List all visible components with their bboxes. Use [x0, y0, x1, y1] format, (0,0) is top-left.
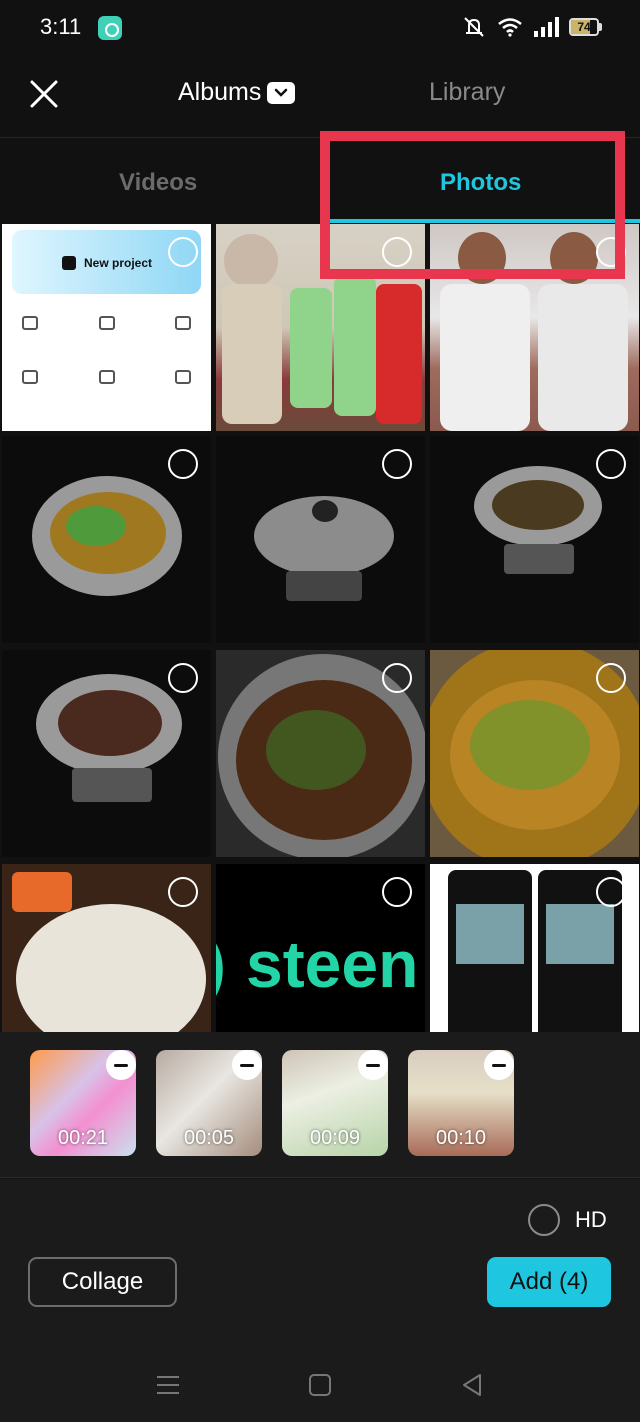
- remove-button[interactable]: [232, 1050, 262, 1080]
- steem-logo-text: steen: [246, 927, 419, 1001]
- status-icons: 74: [461, 16, 602, 38]
- collage-button[interactable]: Collage: [28, 1257, 177, 1307]
- library-tab[interactable]: Library: [429, 78, 505, 107]
- select-circle[interactable]: [382, 877, 412, 907]
- select-circle[interactable]: [382, 237, 412, 267]
- duration-label: 00:10: [435, 1127, 487, 1149]
- battery-icon: 74: [569, 18, 602, 36]
- home-icon[interactable]: [306, 1371, 334, 1399]
- wifi-icon: [498, 18, 522, 37]
- add-button[interactable]: Add (4): [487, 1257, 611, 1307]
- duration-label: 00:09: [309, 1127, 361, 1149]
- select-circle[interactable]: [596, 663, 626, 693]
- grid-item[interactable]: [430, 436, 639, 643]
- selected-item[interactable]: 00:10: [408, 1050, 514, 1156]
- grid-item[interactable]: [430, 650, 639, 857]
- albums-label: Albums: [178, 78, 262, 106]
- grid-item[interactable]: [216, 650, 425, 857]
- grid-item[interactable]: [216, 224, 425, 431]
- grid-item[interactable]: [216, 436, 425, 643]
- albums-dropdown[interactable]: Albums: [178, 78, 296, 107]
- photo-grid: New project steen: [0, 224, 640, 1071]
- signal-icon: [534, 17, 559, 37]
- mute-icon: [464, 17, 484, 37]
- grid-item[interactable]: [2, 436, 211, 643]
- media-tabs: Videos Photos: [0, 139, 640, 223]
- remove-button[interactable]: [484, 1050, 514, 1080]
- hd-radio[interactable]: [528, 1204, 560, 1236]
- select-circle[interactable]: [596, 449, 626, 479]
- battery-level: 74: [577, 20, 591, 34]
- selected-item[interactable]: 00:21: [30, 1050, 136, 1156]
- system-nav-bar: [0, 1359, 640, 1422]
- selected-media-strip: 00:21 00:05 00:09 00:10: [0, 1032, 640, 1178]
- select-circle[interactable]: [168, 877, 198, 907]
- status-time: 3:11: [40, 14, 82, 39]
- select-circle[interactable]: [382, 449, 412, 479]
- banner-text: New project: [84, 256, 153, 270]
- grid-item[interactable]: [2, 650, 211, 857]
- duration-label: 00:21: [57, 1127, 109, 1149]
- grid-item[interactable]: New project: [2, 224, 211, 431]
- duration-label: 00:05: [183, 1127, 235, 1149]
- top-nav: Albums Library: [0, 56, 640, 138]
- tab-videos[interactable]: Videos: [119, 169, 197, 197]
- app-notification-icon: [98, 16, 122, 40]
- active-tab-indicator: [320, 219, 640, 223]
- select-circle[interactable]: [596, 237, 626, 267]
- select-circle[interactable]: [168, 663, 198, 693]
- selected-item[interactable]: 00:05: [156, 1050, 262, 1156]
- back-icon[interactable]: [458, 1371, 486, 1399]
- hd-label: HD: [575, 1207, 607, 1232]
- status-bar: 3:11 74: [0, 0, 640, 56]
- chevron-down-icon: [267, 81, 296, 104]
- selected-item[interactable]: 00:09: [282, 1050, 388, 1156]
- grid-item[interactable]: [430, 224, 639, 431]
- recents-icon[interactable]: [154, 1371, 182, 1399]
- select-circle[interactable]: [168, 237, 198, 267]
- remove-button[interactable]: [358, 1050, 388, 1080]
- remove-button[interactable]: [106, 1050, 136, 1080]
- plus-icon: [62, 256, 76, 270]
- close-icon[interactable]: [28, 78, 60, 110]
- tab-photos[interactable]: Photos: [440, 169, 521, 197]
- select-circle[interactable]: [596, 877, 626, 907]
- select-circle[interactable]: [382, 663, 412, 693]
- select-circle[interactable]: [168, 449, 198, 479]
